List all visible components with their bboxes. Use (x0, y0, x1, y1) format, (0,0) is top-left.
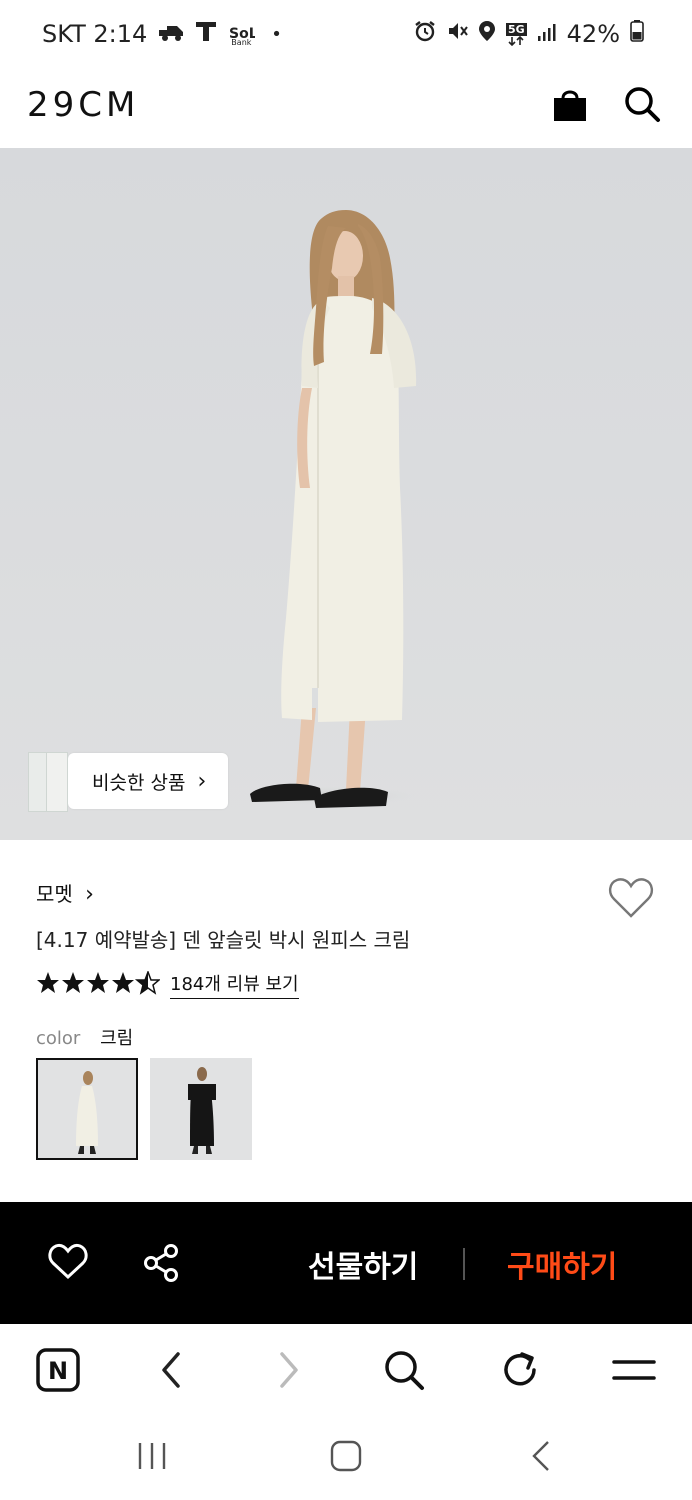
signal-icon (537, 20, 557, 48)
similar-products-button[interactable]: 비슷한 상품 › (28, 752, 229, 812)
purchase-action-bar: 선물하기 구매하기 (0, 1202, 692, 1324)
menu-icon[interactable] (612, 1348, 656, 1392)
nav-back-icon[interactable] (526, 1440, 558, 1476)
wishlist-heart-icon[interactable] (608, 876, 654, 920)
mute-icon (446, 20, 468, 48)
status-bar: SKT 2:14 SoL Bank • 5G 42% (0, 0, 692, 70)
carrier-time: SKT 2:14 (42, 20, 148, 48)
swatch-cream[interactable] (36, 1058, 138, 1160)
gift-button[interactable]: 선물하기 (308, 1242, 418, 1286)
rating-row: 184개 리뷰 보기 (36, 969, 299, 999)
notification-dot: • (271, 23, 282, 45)
sol-bank-label: Bank (231, 38, 252, 47)
color-row: color 크림 (36, 1024, 133, 1050)
product-hero-image[interactable] (0, 148, 692, 840)
chevron-right-icon: › (197, 768, 207, 794)
brand-name: 모멧 (36, 882, 73, 906)
5g-icon: 5G (505, 22, 527, 46)
shopping-bag-icon[interactable] (550, 84, 590, 124)
similar-thumbs (28, 752, 68, 812)
star-rating (36, 969, 162, 999)
brand-link[interactable]: 모멧 › (36, 878, 94, 907)
alarm-icon (414, 20, 436, 48)
chevron-right-icon: › (85, 882, 94, 907)
reviews-link[interactable]: 184개 리뷰 보기 (170, 970, 299, 999)
buy-button[interactable]: 구매하기 (507, 1242, 617, 1286)
battery-percent: 42% (566, 20, 620, 48)
battery-icon (630, 20, 644, 48)
app-header: 29CM (0, 70, 692, 148)
color-swatches (36, 1058, 252, 1160)
product-title: [4.17 예약발송] 덴 앞슬릿 박시 원피스 크림 (36, 928, 411, 952)
brand-logo[interactable]: 29CM (27, 85, 139, 125)
tmap-icon (195, 20, 217, 48)
delivery-icon (157, 20, 185, 48)
back-icon[interactable] (150, 1348, 194, 1392)
browser-toolbar: N (0, 1324, 692, 1414)
home-icon[interactable] (330, 1440, 362, 1476)
action-divider (463, 1248, 465, 1280)
color-label: color (36, 1028, 81, 1049)
naver-letter: N (48, 1357, 68, 1385)
refresh-icon[interactable] (498, 1348, 542, 1392)
search-icon[interactable] (382, 1348, 426, 1392)
similar-products-label-wrap[interactable]: 비슷한 상품 › (68, 753, 229, 809)
sol-bank-icon: SoL Bank (227, 20, 258, 48)
forward-icon[interactable] (266, 1348, 310, 1392)
color-value: 크림 (100, 1028, 134, 1049)
model-photo (0, 148, 692, 840)
system-nav-bar (0, 1414, 692, 1500)
heart-icon[interactable] (48, 1243, 88, 1285)
share-icon[interactable] (142, 1243, 182, 1287)
naver-icon[interactable]: N (36, 1348, 80, 1392)
location-icon (478, 20, 496, 48)
similar-products-label: 비슷한 상품 (92, 771, 186, 794)
recent-apps-icon[interactable] (136, 1440, 168, 1476)
search-icon[interactable] (622, 84, 662, 124)
swatch-black[interactable] (150, 1058, 252, 1160)
